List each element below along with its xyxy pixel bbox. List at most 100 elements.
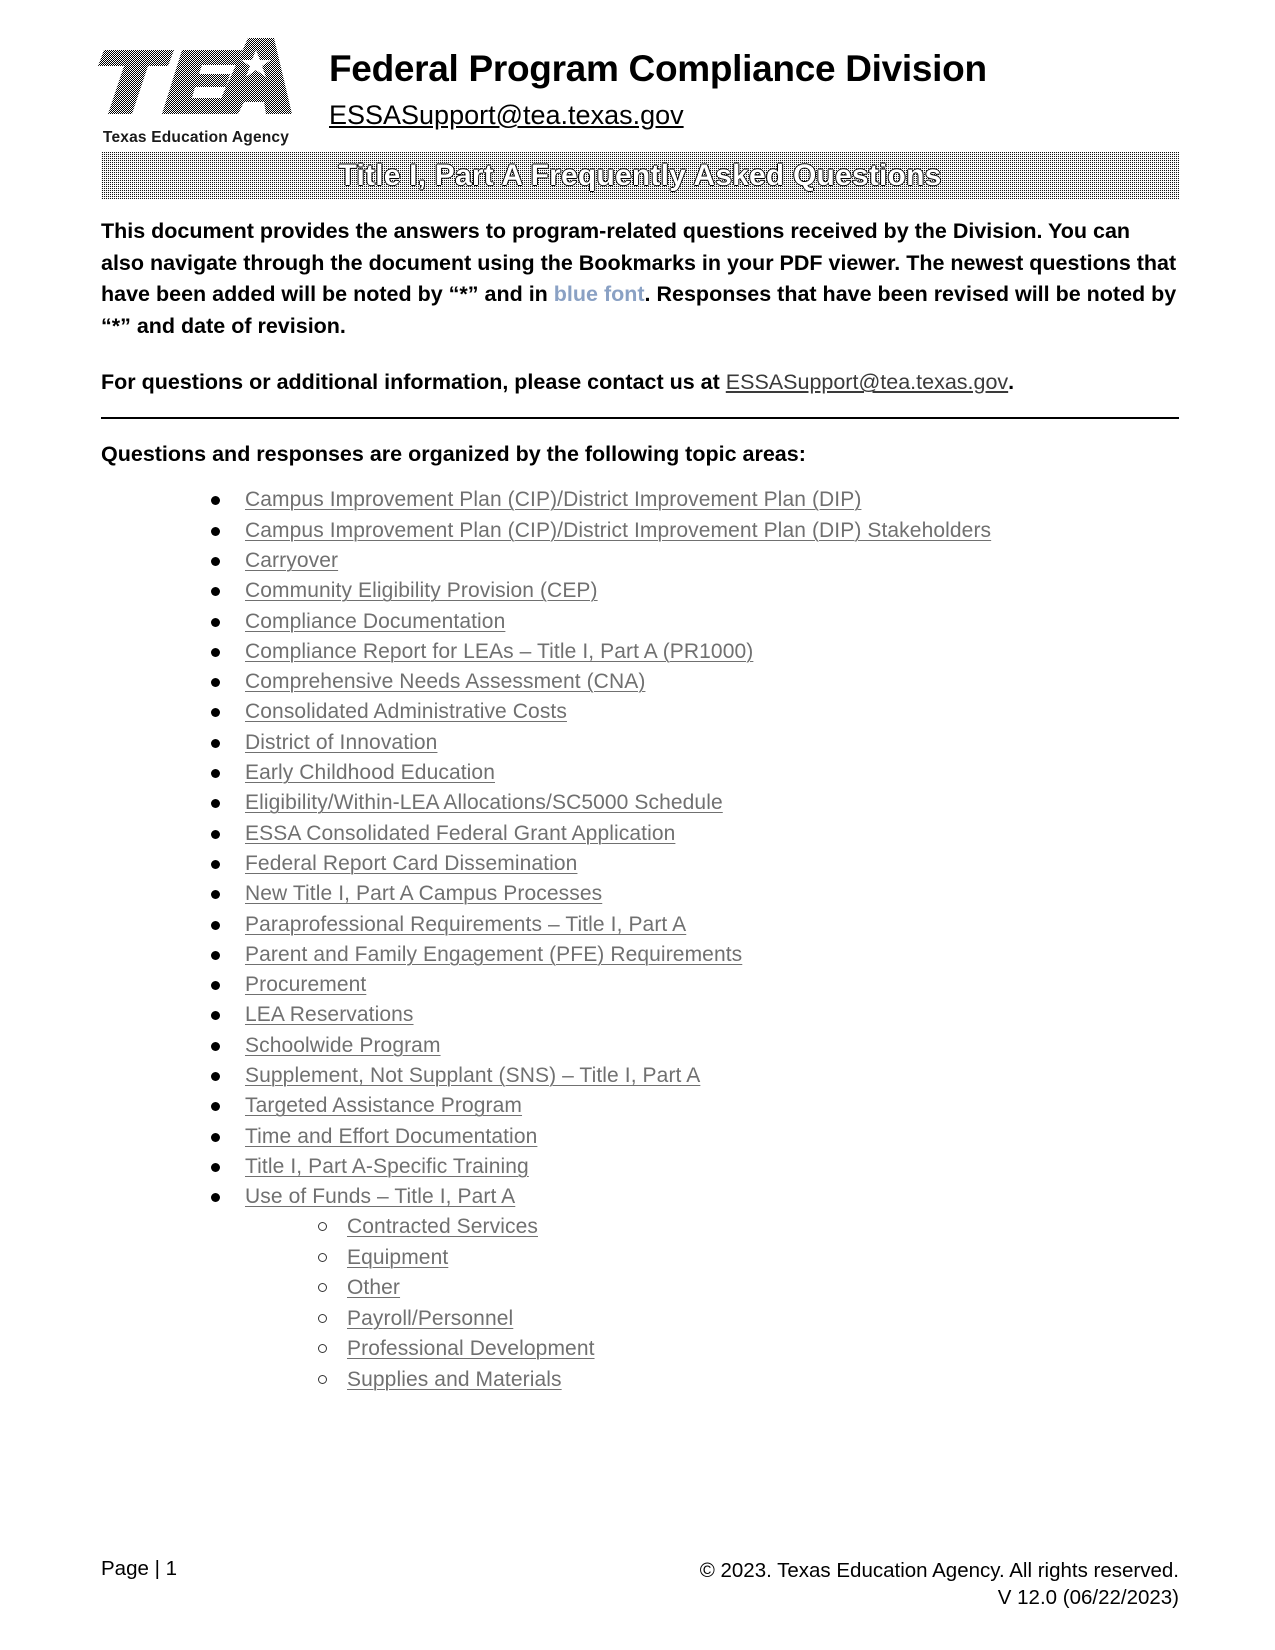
list-item: Community Eligibility Provision (CEP) bbox=[207, 580, 1179, 601]
intro-blue-font-emphasis: blue font bbox=[553, 282, 645, 307]
topic-link[interactable]: Early Childhood Education bbox=[245, 761, 495, 784]
division-title: Federal Program Compliance Division bbox=[329, 48, 987, 89]
topic-link[interactable]: Compliance Documentation bbox=[245, 610, 505, 633]
list-item: Campus Improvement Plan (CIP)/District I… bbox=[207, 520, 1179, 541]
contact-email-link[interactable]: ESSASupport@tea.texas.gov bbox=[726, 370, 1008, 394]
contact-paragraph: For questions or additional information,… bbox=[101, 370, 1179, 395]
bullet-icon bbox=[211, 1193, 220, 1203]
topic-link[interactable]: Time and Effort Documentation bbox=[245, 1125, 537, 1148]
list-item: Procurement bbox=[207, 974, 1179, 995]
list-item: Supplies and Materials bbox=[315, 1369, 1179, 1390]
list-item: Equipment bbox=[315, 1247, 1179, 1268]
list-item: ESSA Consolidated Federal Grant Applicat… bbox=[207, 823, 1179, 844]
topic-link[interactable]: Community Eligibility Provision (CEP) bbox=[245, 579, 598, 602]
copyright-text: © 2023. Texas Education Agency. All righ… bbox=[699, 1558, 1179, 1582]
subtopic-link[interactable]: Contracted Services bbox=[347, 1215, 538, 1238]
subtopic-link[interactable]: Equipment bbox=[347, 1246, 448, 1269]
topic-link[interactable]: Campus Improvement Plan (CIP)/District I… bbox=[245, 488, 861, 511]
banner-title: Title I, Part A Frequently Asked Questio… bbox=[338, 158, 942, 192]
list-item: Targeted Assistance Program bbox=[207, 1095, 1179, 1116]
list-item: Eligibility/Within-LEA Allocations/SC500… bbox=[207, 792, 1179, 813]
subtopic-link[interactable]: Supplies and Materials bbox=[347, 1368, 562, 1391]
topic-link[interactable]: Title I, Part A-Specific Training bbox=[245, 1155, 529, 1178]
list-item: LEA Reservations bbox=[207, 1004, 1179, 1025]
list-item: Payroll/Personnel bbox=[315, 1308, 1179, 1329]
topic-link[interactable]: Parent and Family Engagement (PFE) Requi… bbox=[245, 943, 742, 966]
topic-link[interactable]: Paraprofessional Requirements – Title I,… bbox=[245, 913, 686, 936]
list-item: Professional Development bbox=[315, 1338, 1179, 1359]
bullet-icon bbox=[211, 708, 220, 718]
bullet-icon bbox=[211, 647, 220, 657]
section-divider bbox=[101, 417, 1179, 420]
subtopic-link[interactable]: Payroll/Personnel bbox=[347, 1307, 513, 1330]
circle-bullet-icon bbox=[318, 1344, 327, 1354]
topic-link[interactable]: New Title I, Part A Campus Processes bbox=[245, 882, 602, 905]
list-item: Use of Funds – Title I, Part A Contracte… bbox=[207, 1186, 1179, 1390]
list-item: Schoolwide Program bbox=[207, 1035, 1179, 1056]
topic-link[interactable]: Schoolwide Program bbox=[245, 1034, 441, 1057]
bullet-icon bbox=[211, 678, 220, 688]
contact-prefix: For questions or additional information,… bbox=[101, 370, 726, 395]
list-item: Time and Effort Documentation bbox=[207, 1126, 1179, 1147]
topic-link[interactable]: Carryover bbox=[245, 549, 338, 572]
bullet-icon bbox=[211, 738, 220, 748]
bullet-icon bbox=[211, 890, 220, 900]
list-item: Compliance Documentation bbox=[207, 611, 1179, 632]
bullet-icon bbox=[211, 556, 220, 566]
header-text-block: Federal Program Compliance Division ESSA… bbox=[311, 28, 987, 131]
list-item: Comprehensive Needs Assessment (CNA) bbox=[207, 671, 1179, 692]
subtopic-link[interactable]: Other bbox=[347, 1276, 400, 1299]
topic-link[interactable]: Federal Report Card Dissemination bbox=[245, 852, 577, 875]
contact-suffix: . bbox=[1008, 370, 1015, 395]
topic-link[interactable]: Eligibility/Within-LEA Allocations/SC500… bbox=[245, 791, 723, 814]
bullet-icon bbox=[211, 859, 220, 869]
list-item: Federal Report Card Dissemination bbox=[207, 853, 1179, 874]
list-item: New Title I, Part A Campus Processes bbox=[207, 883, 1179, 904]
tea-logo-caption: Texas Education Agency bbox=[102, 129, 290, 146]
list-item: Supplement, Not Supplant (SNS) – Title I… bbox=[207, 1065, 1179, 1086]
bullet-icon bbox=[211, 829, 220, 839]
bullet-icon bbox=[211, 1102, 220, 1112]
bullet-icon bbox=[211, 1162, 220, 1172]
page-number-label: Page | 1 bbox=[101, 1556, 177, 1580]
bullet-icon bbox=[211, 1011, 220, 1021]
bullet-icon bbox=[211, 769, 220, 779]
document-content: This document provides the answers to pr… bbox=[0, 216, 1275, 1390]
circle-bullet-icon bbox=[318, 1252, 327, 1262]
list-item: Compliance Report for LEAs – Title I, Pa… bbox=[207, 641, 1179, 662]
topic-link[interactable]: Campus Improvement Plan (CIP)/District I… bbox=[245, 519, 991, 542]
list-item: Paraprofessional Requirements – Title I,… bbox=[207, 914, 1179, 935]
topic-link[interactable]: District of Innovation bbox=[245, 731, 437, 754]
intro-paragraph: This document provides the answers to pr… bbox=[101, 216, 1179, 342]
topic-link[interactable]: ESSA Consolidated Federal Grant Applicat… bbox=[245, 822, 675, 845]
circle-bullet-icon bbox=[318, 1283, 327, 1293]
bullet-icon bbox=[211, 496, 220, 506]
list-item: Campus Improvement Plan (CIP)/District I… bbox=[207, 489, 1179, 510]
use-of-funds-sublist: Contracted Services Equipment Other Payr… bbox=[245, 1216, 1179, 1390]
subtopic-link[interactable]: Professional Development bbox=[347, 1337, 595, 1360]
list-item: Other bbox=[315, 1277, 1179, 1298]
page-header: Texas Education Agency Federal Program C… bbox=[0, 0, 1275, 146]
topic-link[interactable]: Supplement, Not Supplant (SNS) – Title I… bbox=[245, 1064, 700, 1087]
circle-bullet-icon bbox=[318, 1313, 327, 1323]
topic-link[interactable]: LEA Reservations bbox=[245, 1003, 414, 1026]
title-banner: Title I, Part A Frequently Asked Questio… bbox=[101, 152, 1179, 199]
list-item: Parent and Family Engagement (PFE) Requi… bbox=[207, 944, 1179, 965]
version-text: V 12.0 (06/22/2023) bbox=[997, 1586, 1179, 1610]
bullet-icon bbox=[211, 799, 220, 809]
topic-link[interactable]: Compliance Report for LEAs – Title I, Pa… bbox=[245, 640, 753, 663]
footer-right-block: © 2023. Texas Education Agency. All righ… bbox=[700, 1557, 1179, 1612]
division-email-link[interactable]: ESSASupport@tea.texas.gov bbox=[329, 99, 987, 131]
bullet-icon bbox=[211, 950, 220, 960]
bullet-icon bbox=[211, 617, 220, 627]
list-item: Consolidated Administrative Costs bbox=[207, 701, 1179, 722]
topic-link[interactable]: Consolidated Administrative Costs bbox=[245, 700, 567, 723]
topic-link[interactable]: Targeted Assistance Program bbox=[245, 1094, 522, 1117]
topic-link[interactable]: Comprehensive Needs Assessment (CNA) bbox=[245, 670, 645, 693]
topic-link[interactable]: Use of Funds – Title I, Part A bbox=[245, 1185, 515, 1208]
topic-links-list: Campus Improvement Plan (CIP)/District I… bbox=[101, 489, 1179, 1390]
bullet-icon bbox=[211, 1072, 220, 1082]
bullet-icon bbox=[211, 1132, 220, 1142]
topic-link[interactable]: Procurement bbox=[245, 973, 366, 996]
list-item: Early Childhood Education bbox=[207, 762, 1179, 783]
